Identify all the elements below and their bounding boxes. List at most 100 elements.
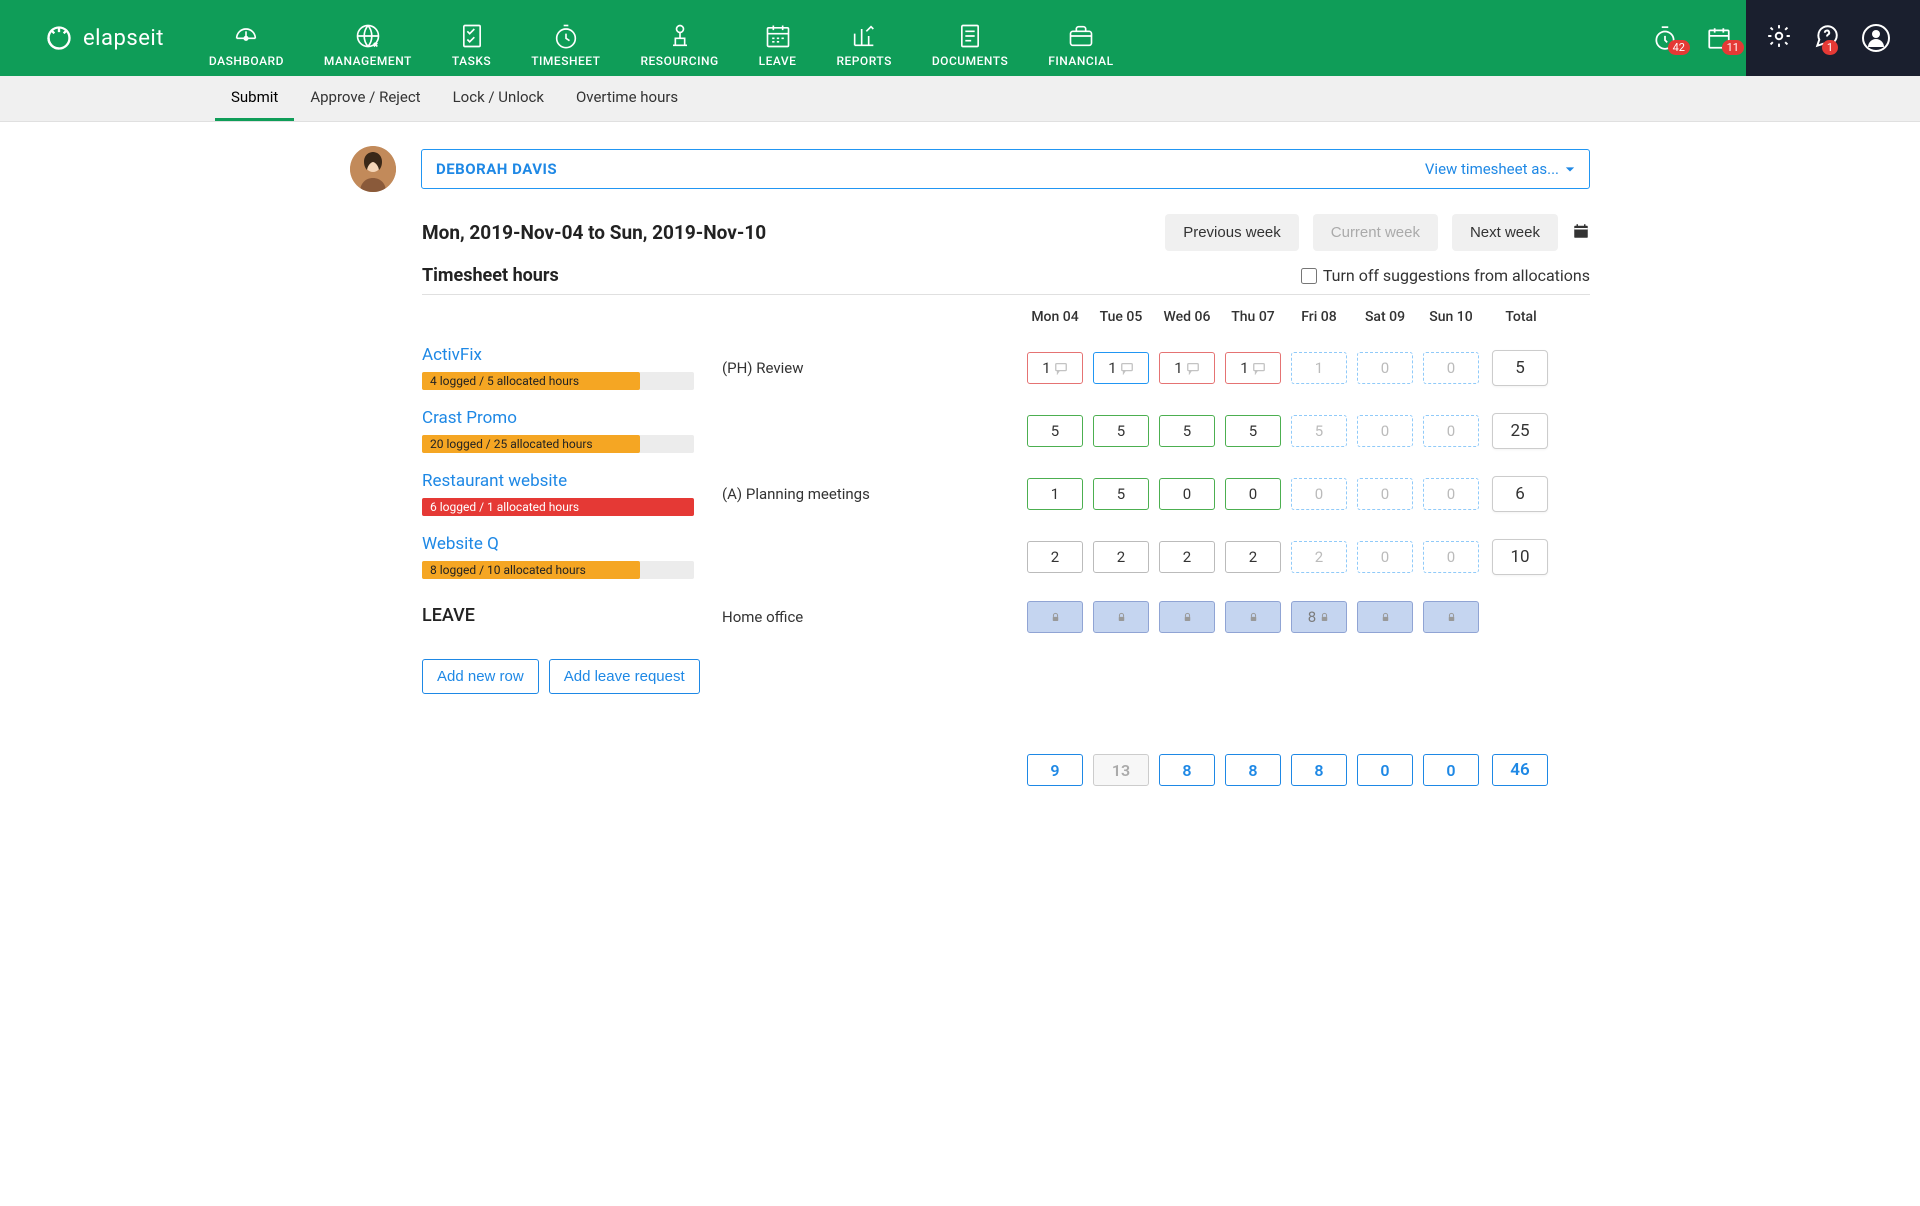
profile-avatar[interactable] [1862, 24, 1890, 52]
leave-cell: 8 [1291, 601, 1347, 633]
reports-icon [850, 22, 878, 50]
hours-cell[interactable]: 0 [1423, 415, 1479, 447]
hours-cell[interactable]: 0 [1357, 415, 1413, 447]
leave-cell [1027, 601, 1083, 633]
hours-cell[interactable]: 2 [1225, 541, 1281, 573]
hours-cell[interactable]: 5 [1093, 415, 1149, 447]
timesheet-icon [552, 22, 580, 50]
hours-cell[interactable]: 5 [1225, 415, 1281, 447]
leave-cell [1093, 601, 1149, 633]
timesheet-row: Crast Promo20 logged / 25 allocated hour… [422, 394, 1590, 457]
timesheet-row: Website Q8 logged / 10 allocated hours22… [422, 520, 1590, 583]
add-new-row-button[interactable]: Add new row [422, 659, 539, 694]
day-total: 8 [1159, 754, 1215, 786]
hours-cell[interactable]: 0 [1357, 352, 1413, 384]
timer-notif[interactable]: 42 [1638, 23, 1692, 53]
lock-icon [1116, 612, 1127, 623]
next-week-button[interactable]: Next week [1452, 214, 1558, 251]
documents-icon [956, 22, 984, 50]
subtab-submit[interactable]: Submit [215, 76, 294, 121]
nav-tasks[interactable]: TASKS [432, 0, 511, 76]
lock-icon [1319, 612, 1330, 623]
hours-cell[interactable]: 0 [1423, 541, 1479, 573]
task-name: (A) Planning meetings [722, 485, 870, 503]
calendar-badge: 11 [1722, 40, 1744, 55]
hours-cell[interactable]: 1 [1093, 352, 1149, 384]
suggestions-checkbox[interactable] [1301, 268, 1317, 284]
day-header: Sat 09 [1352, 309, 1418, 325]
hours-cell[interactable]: 2 [1027, 541, 1083, 573]
total-header: Total [1484, 309, 1558, 325]
hours-cell[interactable]: 5 [1093, 478, 1149, 510]
suggestions-toggle[interactable]: Turn off suggestions from allocations [1301, 266, 1590, 285]
leave-cell [1225, 601, 1281, 633]
user-name: DEBORAH DAVIS [436, 160, 557, 178]
hours-cell[interactable]: 5 [1291, 415, 1347, 447]
hours-cell[interactable]: 0 [1291, 478, 1347, 510]
row-total: 6 [1492, 476, 1548, 512]
day-total: 9 [1027, 754, 1083, 786]
task-name: (PH) Review [722, 359, 803, 377]
lock-icon [1050, 612, 1061, 623]
add-leave-button[interactable]: Add leave request [549, 659, 700, 694]
project-link[interactable]: Website Q [422, 534, 499, 554]
row-total: 25 [1492, 413, 1548, 449]
nav-management[interactable]: MANAGEMENT [304, 0, 432, 76]
day-header: Tue 05 [1088, 309, 1154, 325]
timesheet-row: ActivFix4 logged / 5 allocated hours(PH)… [422, 331, 1590, 394]
project-link[interactable]: Crast Promo [422, 408, 517, 428]
hours-cell[interactable]: 2 [1159, 541, 1215, 573]
lock-icon [1380, 612, 1391, 623]
timer-badge: 42 [1668, 40, 1690, 55]
hours-cell[interactable]: 5 [1159, 415, 1215, 447]
nav-documents[interactable]: DOCUMENTS [912, 0, 1028, 76]
hours-cell[interactable]: 0 [1423, 352, 1479, 384]
subtab-overtime-hours[interactable]: Overtime hours [560, 76, 694, 121]
leave-cell [1423, 601, 1479, 633]
help-icon[interactable]: 1 [1814, 23, 1840, 53]
subtab-lock-unlock[interactable]: Lock / Unlock [437, 76, 560, 121]
hours-cell[interactable]: 2 [1291, 541, 1347, 573]
brand-text: elapseit [83, 26, 164, 51]
calendar-notif[interactable]: 11 [1692, 23, 1746, 53]
logo[interactable]: elapseit [0, 24, 189, 52]
view-timesheet-link[interactable]: View timesheet as... [1425, 160, 1575, 178]
hours-cell[interactable]: 0 [1225, 478, 1281, 510]
hours-cell[interactable]: 0 [1357, 478, 1413, 510]
current-week-button[interactable]: Current week [1313, 214, 1438, 251]
nav-leave[interactable]: LEAVE [739, 0, 817, 76]
hours-cell[interactable]: 0 [1159, 478, 1215, 510]
hours-title: Timesheet hours [422, 265, 559, 286]
subtab-approve-reject[interactable]: Approve / Reject [294, 76, 436, 121]
brand-icon [45, 24, 73, 52]
project-link[interactable]: Restaurant website [422, 471, 567, 491]
hours-cell[interactable]: 1 [1159, 352, 1215, 384]
dashboard-icon [232, 22, 260, 50]
help-badge: 1 [1822, 40, 1838, 55]
leave-cell [1357, 601, 1413, 633]
hours-cell[interactable]: 1 [1225, 352, 1281, 384]
hours-cell[interactable]: 1 [1027, 478, 1083, 510]
lock-icon [1182, 612, 1193, 623]
nav-timesheet[interactable]: TIMESHEET [511, 0, 620, 76]
calendar-icon[interactable] [1572, 222, 1590, 244]
hours-cell[interactable]: 0 [1423, 478, 1479, 510]
previous-week-button[interactable]: Previous week [1165, 214, 1299, 251]
nav-dashboard[interactable]: DASHBOARD [189, 0, 304, 76]
nav-resourcing[interactable]: RESOURCING [620, 0, 738, 76]
hours-cell[interactable]: 5 [1027, 415, 1083, 447]
hours-cell[interactable]: 0 [1357, 541, 1413, 573]
nav-financial[interactable]: FINANCIAL [1028, 0, 1133, 76]
grand-total: 46 [1492, 754, 1548, 786]
comment-icon [1186, 361, 1200, 375]
settings-icon[interactable] [1766, 23, 1792, 53]
nav-reports[interactable]: REPORTS [816, 0, 911, 76]
lock-icon [1446, 612, 1457, 623]
hours-cell[interactable]: 1 [1291, 352, 1347, 384]
leave-icon [764, 22, 792, 50]
project-link[interactable]: ActivFix [422, 345, 482, 365]
hours-cell[interactable]: 1 [1027, 352, 1083, 384]
user-avatar[interactable] [350, 146, 396, 192]
progress-bar: 8 logged / 10 allocated hours [422, 561, 694, 579]
hours-cell[interactable]: 2 [1093, 541, 1149, 573]
